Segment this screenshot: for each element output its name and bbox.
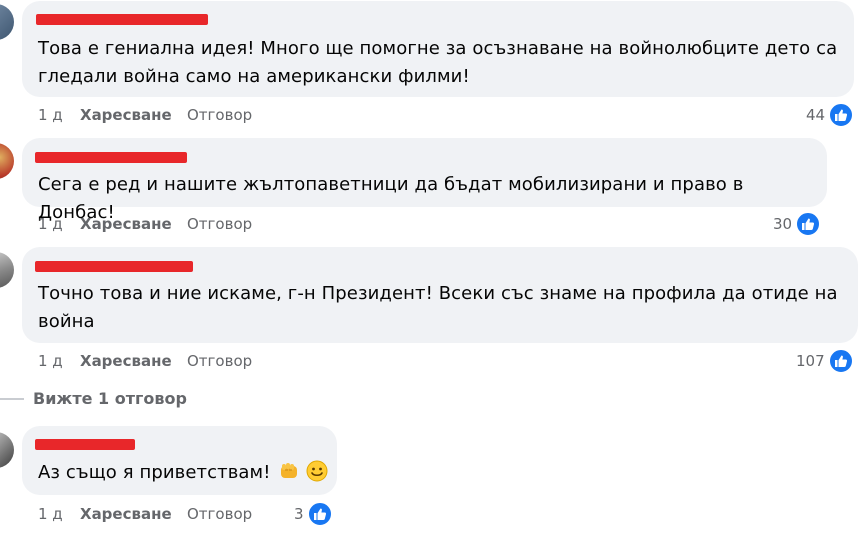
reaction-count: 107 bbox=[796, 352, 825, 370]
comment-text-body: Аз също я приветствам! bbox=[38, 462, 271, 483]
reaction-count: 44 bbox=[806, 106, 826, 124]
comment-time[interactable]: 1 д bbox=[38, 505, 63, 523]
avatar[interactable] bbox=[0, 252, 14, 288]
comment-text: Аз също я приветствам! bbox=[38, 459, 328, 491]
redacted-author-name[interactable] bbox=[35, 261, 193, 272]
like-button[interactable]: Харесване bbox=[80, 505, 172, 523]
comment-bubble: Това е гениална идея! Много ще помогне з… bbox=[22, 1, 854, 97]
like-button[interactable]: Харесване bbox=[80, 352, 172, 370]
comment-bubble: Аз също я приветствам! bbox=[22, 426, 337, 495]
reaction-summary[interactable]: 30 bbox=[773, 211, 822, 237]
comment-time[interactable]: 1 д bbox=[38, 106, 63, 124]
thumbs-up-icon bbox=[306, 501, 333, 527]
smile-emoji-icon bbox=[306, 460, 328, 491]
reply-button[interactable]: Отговор bbox=[187, 215, 252, 233]
comment-time[interactable]: 1 д bbox=[38, 352, 63, 370]
avatar[interactable] bbox=[0, 432, 14, 468]
reaction-summary[interactable]: 107 bbox=[796, 348, 854, 374]
reaction-count: 30 bbox=[773, 215, 793, 233]
reply-button[interactable]: Отговор bbox=[187, 106, 252, 124]
redacted-author-name[interactable] bbox=[35, 152, 187, 163]
redacted-author-name[interactable] bbox=[35, 439, 135, 450]
thumbs-up-icon bbox=[795, 211, 822, 237]
like-button[interactable]: Харесване bbox=[80, 106, 172, 124]
comment-text: Точно това и ние искаме, г-н Президент! … bbox=[38, 283, 838, 332]
comment-time[interactable]: 1 д bbox=[38, 215, 63, 233]
comments-thread: Това е гениална идея! Много ще помогне з… bbox=[0, 0, 863, 535]
avatar[interactable] bbox=[0, 4, 14, 40]
like-button[interactable]: Харесване bbox=[80, 215, 172, 233]
reaction-summary[interactable]: 3 bbox=[294, 501, 333, 527]
comment-bubble: Сега е ред и нашите жълтопаветници да бъ… bbox=[22, 138, 827, 223]
reply-button[interactable]: Отговор bbox=[187, 505, 252, 523]
fist-emoji-icon bbox=[278, 460, 300, 491]
comment-bubble: Точно това и ние искаме, г-н Президент! … bbox=[22, 247, 858, 343]
reaction-summary[interactable]: 44 bbox=[806, 102, 855, 128]
thumbs-up-icon bbox=[827, 348, 854, 374]
avatar[interactable] bbox=[0, 143, 14, 179]
reaction-count: 3 bbox=[294, 505, 304, 523]
redacted-author-name[interactable] bbox=[36, 14, 208, 25]
thumbs-up-icon bbox=[828, 102, 855, 128]
thread-connector bbox=[0, 398, 24, 400]
reply-button[interactable]: Отговор bbox=[187, 352, 252, 370]
comment-text: Това е гениална идея! Много ще помогне з… bbox=[38, 38, 838, 87]
view-replies-link[interactable]: Вижте 1 отговор bbox=[33, 389, 187, 408]
